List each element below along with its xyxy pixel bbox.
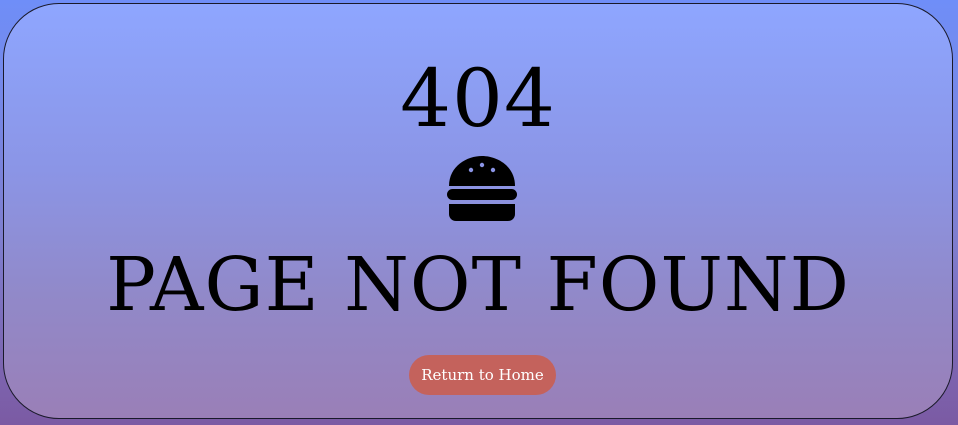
page-not-found-title: PAGE NOT FOUND bbox=[106, 242, 850, 328]
error-card: 404 PAGE NOT FOUND Return to Home bbox=[3, 3, 953, 419]
error-code: 404 bbox=[400, 52, 556, 145]
return-home-button[interactable]: Return to Home bbox=[409, 355, 556, 395]
hamburger-icon bbox=[447, 156, 517, 221]
